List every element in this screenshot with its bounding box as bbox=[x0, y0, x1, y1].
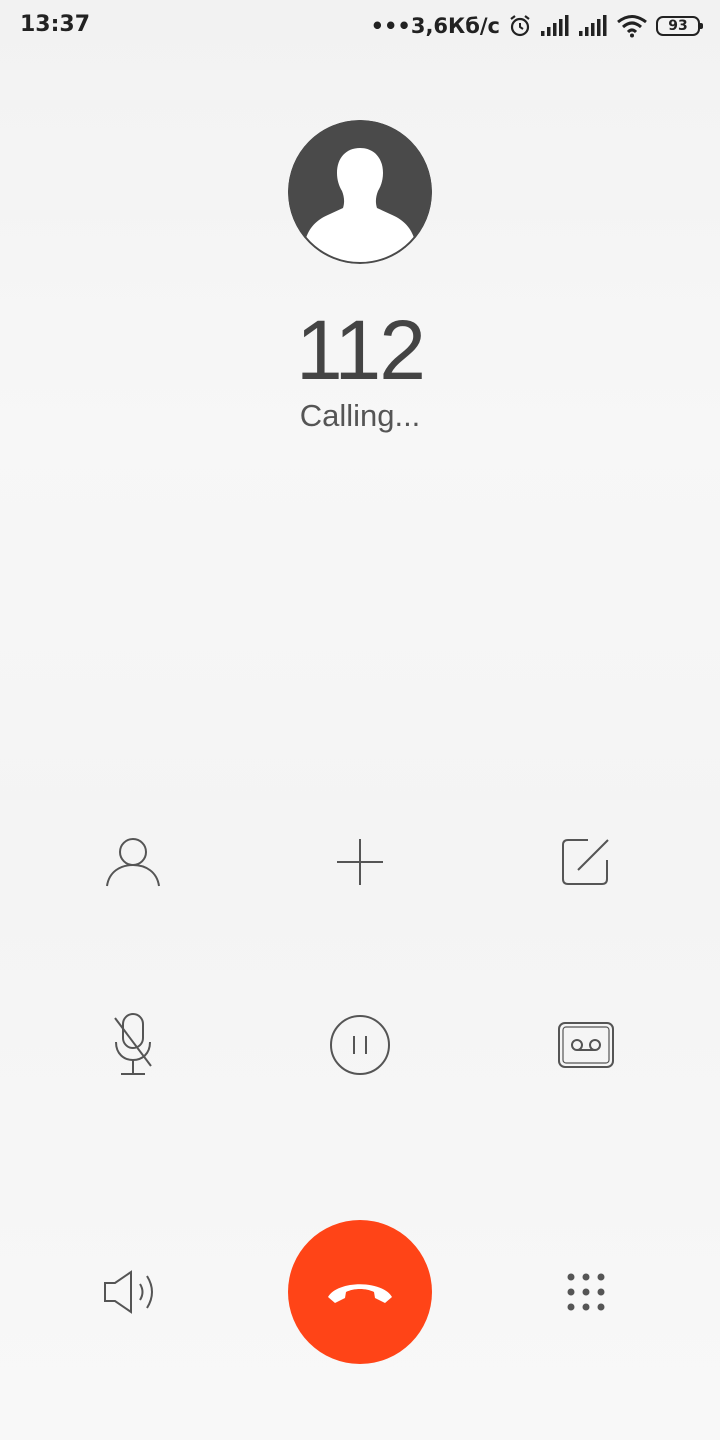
add-call-button[interactable] bbox=[300, 802, 420, 922]
status-time: 13:37 bbox=[20, 12, 91, 37]
call-status: Calling... bbox=[299, 398, 421, 433]
person-silhouette-icon bbox=[288, 120, 432, 264]
end-call-button[interactable] bbox=[288, 1220, 432, 1364]
wifi-icon bbox=[617, 15, 647, 38]
dialpad-icon bbox=[567, 1273, 605, 1311]
record-button[interactable] bbox=[526, 985, 646, 1105]
add-call-icon bbox=[337, 839, 383, 885]
note-button[interactable] bbox=[526, 802, 646, 922]
battery-level: 93 bbox=[668, 18, 688, 34]
contacts-icon bbox=[106, 838, 160, 887]
signal-icon bbox=[579, 15, 607, 36]
mute-icon bbox=[114, 1013, 152, 1075]
alarm-icon bbox=[510, 15, 530, 37]
contacts-button[interactable] bbox=[73, 802, 193, 922]
caller-avatar bbox=[288, 120, 432, 264]
note-icon bbox=[562, 839, 609, 885]
battery-icon: 93 bbox=[656, 16, 703, 36]
status-bar: 13:37 •••3,6Кб/с 93 bbox=[0, 0, 720, 54]
network-speed: •••3,6Кб/с bbox=[370, 14, 500, 38]
hold-icon bbox=[330, 1015, 390, 1075]
mute-button[interactable] bbox=[73, 985, 193, 1105]
speaker-icon bbox=[104, 1270, 153, 1314]
speaker-button[interactable] bbox=[73, 1232, 193, 1352]
end-call-icon bbox=[328, 1284, 392, 1303]
status-icons: •••3,6Кб/с 93 bbox=[370, 10, 703, 42]
record-icon bbox=[558, 1022, 614, 1068]
caller-number: 112 bbox=[296, 303, 426, 397]
dialpad-button[interactable] bbox=[526, 1232, 646, 1352]
hold-button[interactable] bbox=[300, 985, 420, 1105]
signal-icon bbox=[541, 15, 569, 36]
